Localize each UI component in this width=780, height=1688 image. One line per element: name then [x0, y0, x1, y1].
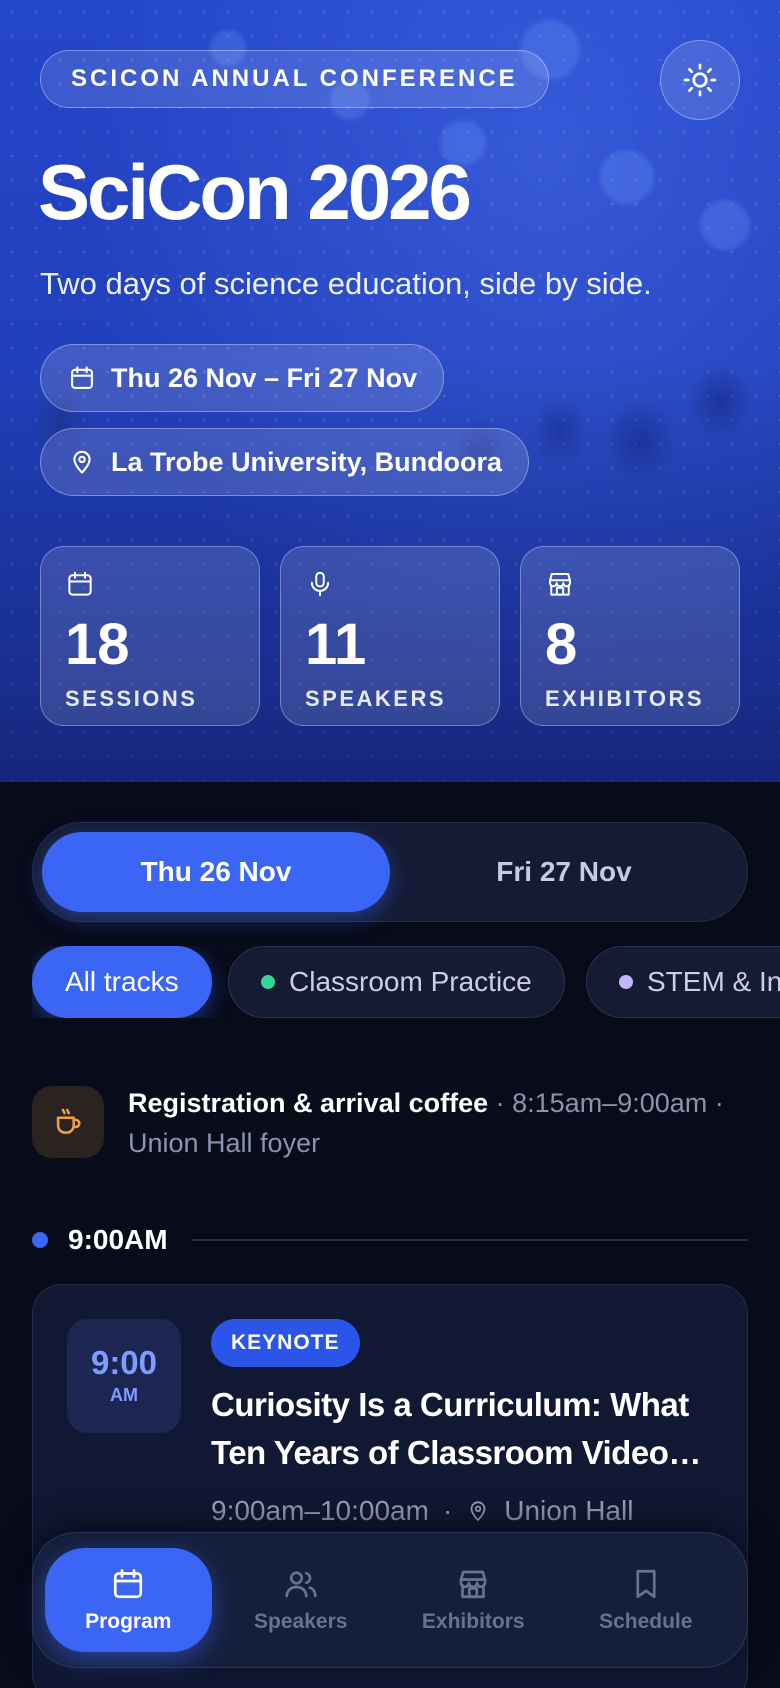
- nav-tab-speakers[interactable]: Speakers: [218, 1548, 385, 1652]
- day-tab-fri[interactable]: Fri 27 Nov: [390, 832, 738, 912]
- nav-tab-schedule[interactable]: Schedule: [563, 1548, 730, 1652]
- nav-label: Exhibitors: [421, 1610, 525, 1633]
- separator: ·: [488, 1088, 513, 1118]
- divider-line: [191, 1239, 748, 1241]
- stat-card-speakers: 11 SPEAKERS: [280, 546, 500, 726]
- nav-label: Speakers: [254, 1610, 348, 1633]
- storefront-icon: [549, 573, 571, 596]
- session-time-range: 9:00am–10:00am: [211, 1495, 429, 1526]
- track-filter-bar[interactable]: All tracks Classroom Practice STEM & Inn: [32, 946, 780, 1018]
- break-location: Union Hall foyer: [128, 1128, 321, 1158]
- page-title: SciCon 2026: [38, 148, 472, 236]
- bookmark-icon: [636, 1569, 656, 1599]
- break-icon-tile: [32, 1086, 104, 1158]
- page-subtitle: Two days of science education, side by s…: [40, 266, 652, 301]
- calendar-icon: [68, 571, 92, 596]
- dates-pill: Thu 26 Nov – Fri 27 Nov: [40, 344, 445, 412]
- stat-card-sessions: 18 SESSIONS: [40, 546, 260, 726]
- stat-card-exhibitors: 8 EXHIBITORS: [520, 546, 740, 726]
- time-slot-label: 9:00AM: [68, 1224, 168, 1255]
- nav-label: Schedule: [599, 1610, 693, 1633]
- track-color-dot: [261, 975, 275, 989]
- track-chip-label: All tracks: [65, 966, 179, 997]
- session-type-badge: KEYNOTE: [211, 1319, 360, 1367]
- stat-value: 18: [65, 612, 130, 677]
- bokeh-light: [600, 150, 654, 204]
- venue-pill: La Trobe University, Bundoora: [40, 428, 530, 496]
- break-time: 8:15am–9:00am: [512, 1088, 708, 1118]
- break-item[interactable]: Registration & arrival coffee · 8:15am–9…: [128, 1083, 748, 1163]
- session-title: Curiosity Is a Curriculum: What Ten Year…: [211, 1386, 689, 1471]
- sun-icon: [683, 63, 717, 97]
- track-chip-classroom-practice[interactable]: Classroom Practice: [228, 946, 565, 1018]
- day-selector: Thu 26 Nov Fri 27 Nov: [32, 822, 748, 922]
- location-pin-icon: [67, 447, 97, 477]
- dates-text: Thu 26 Nov – Fri 27 Nov: [111, 362, 418, 393]
- break-title: Registration & arrival coffee: [128, 1088, 489, 1118]
- timeline-dot: [32, 1232, 48, 1248]
- nav-tab-program[interactable]: Program: [45, 1548, 212, 1652]
- location-pin-icon: [470, 1501, 486, 1521]
- calendar-icon: [67, 363, 97, 393]
- coffee-icon: [56, 1108, 81, 1134]
- session-start-ampm: AM: [110, 1385, 138, 1405]
- time-slot-divider: 9:00AM: [32, 1222, 748, 1258]
- track-chip-label: STEM & Inn: [647, 966, 780, 997]
- theme-toggle-button[interactable]: [660, 40, 740, 120]
- people-icon: [285, 1571, 317, 1598]
- track-color-dot: [619, 975, 633, 989]
- hero-banner: SCICON ANNUAL CONFERENCE SciCon 2026 Two…: [0, 0, 780, 782]
- bokeh-light: [700, 200, 750, 250]
- separator: ·: [707, 1088, 724, 1118]
- session-meta: 9:00am–10:00am · Union Hall: [211, 1495, 633, 1527]
- venue-text: La Trobe University, Bundoora: [111, 446, 503, 477]
- session-start-hour: 9:00: [90, 1344, 158, 1381]
- stat-label: SESSIONS: [65, 686, 198, 711]
- microphone-icon: [310, 571, 330, 597]
- bottom-navigation: Program Speakers Exhibitors Schedule: [32, 1532, 748, 1668]
- session-start-time: 9:00 AM: [67, 1319, 181, 1433]
- session-location: Union Hall: [504, 1495, 634, 1526]
- track-chip-label: Classroom Practice: [289, 966, 532, 997]
- stat-value: 11: [305, 612, 367, 677]
- day-tab-thu[interactable]: Thu 26 Nov: [42, 832, 390, 912]
- stat-value: 8: [545, 612, 578, 677]
- nav-label: Program: [85, 1610, 172, 1633]
- stat-label: SPEAKERS: [305, 686, 447, 711]
- track-chip-all[interactable]: All tracks: [32, 946, 212, 1018]
- calendar-icon: [114, 1569, 143, 1599]
- storefront-icon: [459, 1570, 487, 1599]
- nav-tab-exhibitors[interactable]: Exhibitors: [390, 1548, 557, 1652]
- track-chip-stem[interactable]: STEM & Inn: [586, 946, 780, 1018]
- conference-eyebrow: SCICON ANNUAL CONFERENCE: [40, 50, 549, 108]
- stat-label: EXHIBITORS: [545, 686, 705, 711]
- separator: ·: [442, 1495, 453, 1526]
